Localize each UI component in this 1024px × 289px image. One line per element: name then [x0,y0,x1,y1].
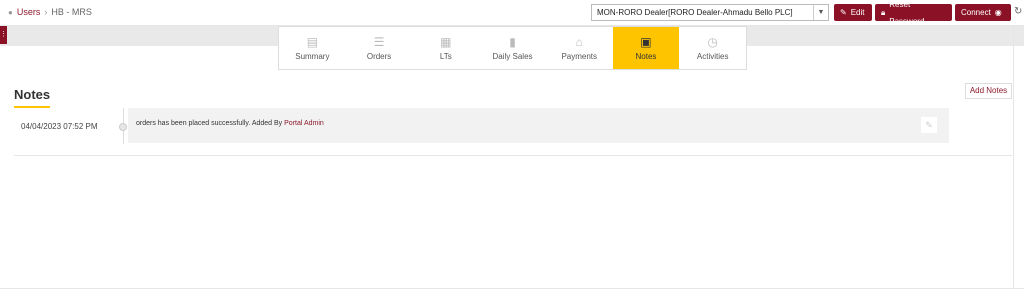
tab-label: Payments [561,51,598,61]
tab-payments[interactable]: ⌂ Payments [546,27,613,69]
tab-label: Summary [295,51,330,61]
user-icon: ● [8,7,13,17]
tab-summary[interactable]: ▤ Summary [279,27,346,69]
dealer-select-value: MON-RORO Dealer[RORO Dealer-Ahmadu Bello… [597,8,793,17]
tab-notes[interactable]: ▣ Notes [612,27,680,69]
tab-label: LTs [439,51,452,61]
notes-icon: ▣ [640,34,652,49]
note-text: orders has been placed successfully. Add… [136,120,324,127]
top-bar: ● Users › HB - MRS MON-RORO Dealer[RORO … [0,0,1024,26]
divider [14,155,1012,156]
tab-label: Orders [366,51,392,61]
chevron-down-icon[interactable]: ▼ [813,5,828,20]
connect-button-label: Connect [961,8,991,17]
tab-daily-sales[interactable]: ▮ Daily Sales [479,27,546,69]
daily-sales-icon: ▮ [509,34,516,49]
summary-icon: ▤ [306,34,319,49]
connect-icon: ◉ [994,8,1002,17]
lts-icon: ▦ [440,34,452,49]
tab-bar: ▤ Summary ☰ Orders ▦ LTs ▮ Daily Sales ⌂… [278,26,747,70]
activities-icon: ◷ [707,34,718,49]
breadcrumb-users-link[interactable]: Users [17,7,41,17]
side-panel-toggle[interactable]: ⋮ [0,26,7,44]
tab-activities[interactable]: ◷ Activities [679,27,746,69]
orders-icon: ☰ [373,34,385,49]
breadcrumb-separator: › [44,7,48,17]
tab-label: Notes [635,51,657,61]
pencil-icon: ✎ [840,8,847,17]
tab-orders[interactable]: ☰ Orders [346,27,413,69]
edit-button[interactable]: ✎ Edit [834,4,872,21]
note-edit-icon[interactable]: ✎ [921,117,937,133]
reset-password-button[interactable]: 🔒︎ Reset Password [875,0,952,26]
lock-icon: 🔒︎ [881,8,886,17]
note-body: orders has been placed successfully. Add… [136,120,283,127]
notes-heading: Notes [14,87,51,108]
tab-lts[interactable]: ▦ LTs [412,27,479,69]
note-author-link[interactable]: Portal Admin [284,120,324,127]
dealer-select[interactable]: MON-RORO Dealer[RORO Dealer-Ahmadu Bello… [591,4,829,21]
note-date: 04/04/2023 07:52 PM [21,122,98,131]
edit-button-label: Edit [850,8,865,17]
note-item: 04/04/2023 07:52 PM orders has been plac… [14,108,1012,144]
tab-label: Activities [696,51,729,61]
frame-border-right [1013,26,1014,289]
breadcrumb-current: HB - MRS [51,7,92,17]
add-notes-button[interactable]: Add Notes [965,83,1012,99]
tab-label: Daily Sales [492,51,533,61]
note-card: orders has been placed successfully. Add… [128,108,949,143]
refresh-icon[interactable]: ↻ [1014,6,1022,17]
payments-icon: ⌂ [575,34,583,49]
connect-button[interactable]: Connect ◉ [955,4,1011,21]
breadcrumb: ● Users › HB - MRS [8,7,92,17]
timeline-dot [119,123,127,131]
